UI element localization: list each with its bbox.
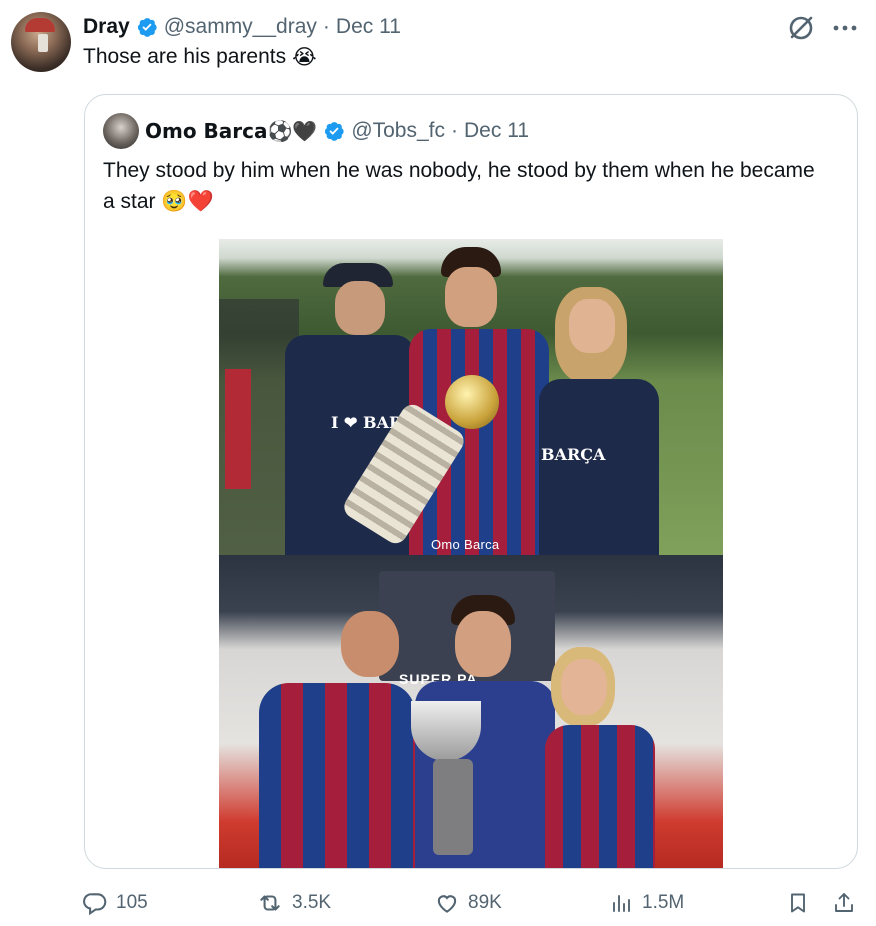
quoted-text: They stood by him when he was nobody, he… [103,159,815,213]
tweet-header: Dray @sammy__dray · Dec 11 [83,13,401,41]
repost-count: 3.5K [292,892,332,913]
header-separator: · [322,15,330,38]
reply-button[interactable]: 105 [82,890,148,916]
verified-badge-icon [137,18,157,37]
shirt-text-right: BARÇA [541,445,606,464]
quoted-tweet[interactable]: Omo Barca⚽️🖤 @Tobs_fc · Dec 11 They stoo… [84,94,858,869]
quoted-author-name[interactable]: Omo Barca⚽️🖤 [145,119,317,143]
reply-icon [83,893,107,916]
quoted-header: Omo Barca⚽️🖤 @Tobs_fc · Dec 11 [145,115,529,147]
media-watermark: Omo Barca [431,537,500,552]
share-button[interactable] [832,890,856,916]
more-icon[interactable] [832,13,858,43]
action-bar: 105 3.5K 89K 1.5M [82,890,862,918]
bookmark-icon [791,893,805,913]
quoted-date[interactable]: Dec 11 [464,119,529,143]
grok-icon[interactable] [786,13,816,43]
photo-top: I ❤ BARÇA BARÇA Omo Barca [219,239,723,555]
author-name[interactable]: Dray [83,15,130,39]
quoted-media[interactable]: I ❤ BARÇA BARÇA Omo Barca SUPER PA [219,239,723,868]
quoted-handle[interactable]: @Tobs_fc [351,119,445,143]
views-icon [613,895,630,912]
crying-emoji: 😭 [292,45,317,69]
quoted-author-avatar[interactable] [103,113,139,149]
share-icon [835,893,853,912]
tweet-date[interactable]: Dec 11 [336,15,401,39]
reply-count: 105 [116,892,148,913]
repost-button[interactable]: 3.5K [256,890,331,916]
like-button[interactable]: 89K [434,890,502,916]
tweet-text: Those are his parents 😭 [83,45,317,69]
views-count: 1.5M [642,892,685,913]
verified-badge-icon [325,122,344,141]
photo-bottom: SUPER PA [219,555,723,868]
repost-icon [260,895,280,911]
top-icons [786,13,858,43]
views-button[interactable]: 1.5M [610,890,684,916]
author-handle[interactable]: @sammy__dray [164,15,317,39]
author-avatar[interactable] [11,12,71,72]
like-count: 89K [468,892,502,913]
like-icon [437,895,457,913]
quoted-separator: · [451,119,459,142]
tweet-body: Those are his parents [83,45,287,68]
bookmark-button[interactable] [786,890,810,916]
